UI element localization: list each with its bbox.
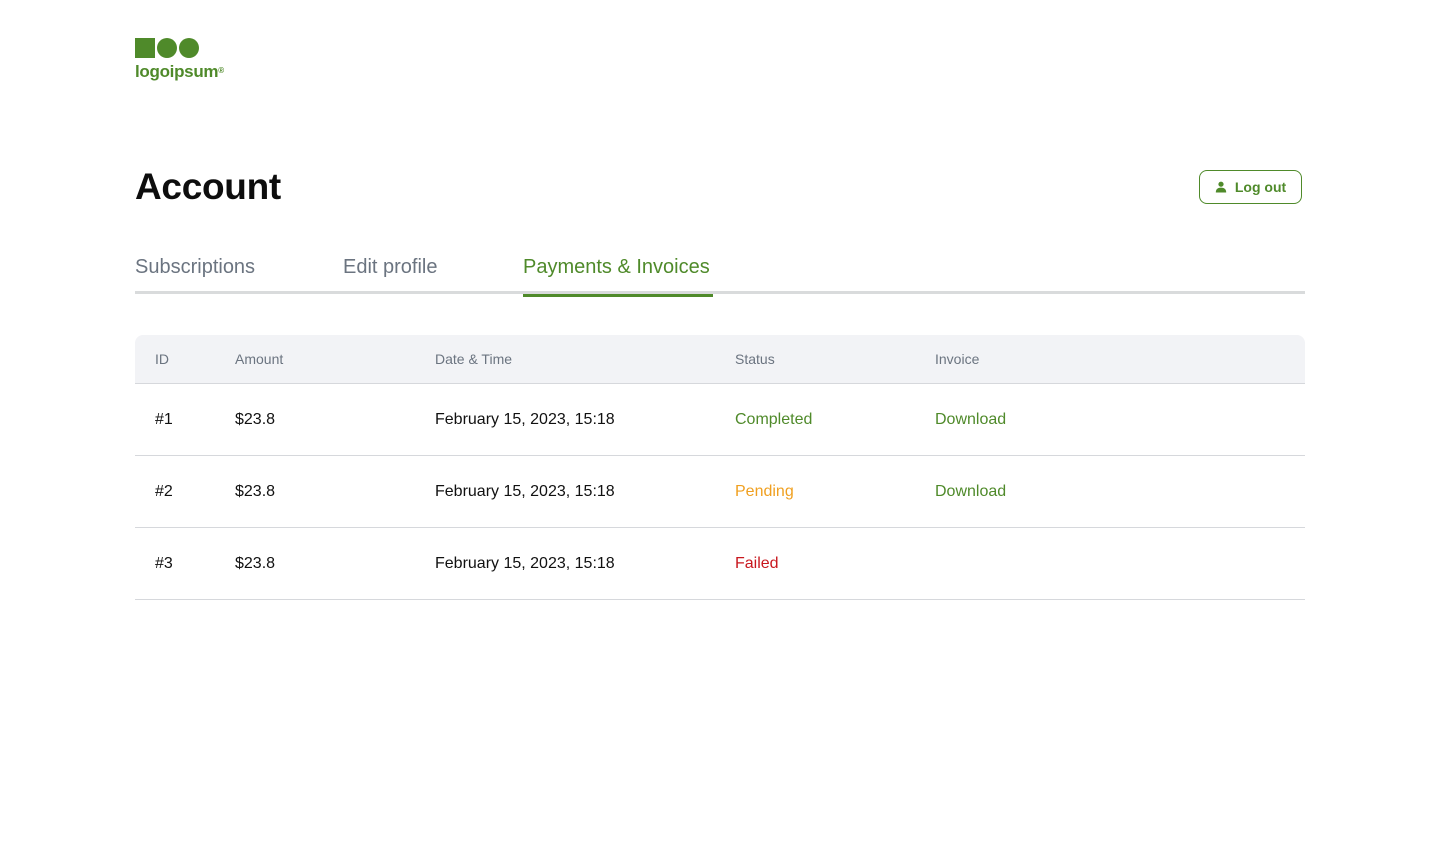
column-header-amount: Amount <box>235 351 284 367</box>
payment-date: February 15, 2023, 15:18 <box>435 483 615 500</box>
logout-button[interactable]: Log out <box>1199 170 1302 204</box>
status-badge: Failed <box>735 555 779 572</box>
payment-id: #1 <box>155 411 173 428</box>
logo[interactable]: logoipsum® <box>135 38 235 88</box>
tab-edit-profile[interactable]: Edit profile <box>343 254 438 294</box>
logo-circle-shape <box>179 38 199 58</box>
account-page: logoipsum® Account Log out Subscriptions… <box>0 0 1440 852</box>
payment-date: February 15, 2023, 15:18 <box>435 411 615 428</box>
payments-table: ID Amount Date & Time Status Invoice #1 … <box>135 335 1305 600</box>
table-row: #3 $23.8 February 15, 2023, 15:18 Failed <box>135 528 1305 600</box>
payment-amount: $23.8 <box>235 555 276 572</box>
page-title: Account <box>135 166 281 207</box>
payment-amount: $23.8 <box>235 483 276 500</box>
user-icon <box>1215 181 1227 193</box>
table-row: #1 $23.8 February 15, 2023, 15:18 Comple… <box>135 384 1305 456</box>
column-header-invoice: Invoice <box>935 351 980 367</box>
payment-id: #2 <box>155 483 173 500</box>
payment-date: February 15, 2023, 15:18 <box>435 555 615 572</box>
tab-subscriptions[interactable]: Subscriptions <box>135 254 255 294</box>
account-tabs: Subscriptions Edit profile Payments & In… <box>135 254 1305 297</box>
logo-text: logoipsum <box>135 62 219 81</box>
logout-label: Log out <box>1234 179 1287 195</box>
logo-mark <box>135 38 235 58</box>
logo-circle-shape <box>157 38 177 58</box>
download-invoice-link[interactable]: Download <box>935 384 1006 455</box>
tab-payments-invoices[interactable]: Payments & Invoices <box>523 254 713 297</box>
table-row: #2 $23.8 February 15, 2023, 15:18 Pendin… <box>135 456 1305 528</box>
logo-wordmark: logoipsum® <box>135 62 235 82</box>
status-badge: Pending <box>735 483 794 500</box>
payment-amount: $23.8 <box>235 411 276 428</box>
logo-registered-mark: ® <box>218 66 224 75</box>
payment-id: #3 <box>155 555 173 572</box>
download-invoice-link[interactable]: Download <box>935 456 1006 527</box>
table-header: ID Amount Date & Time Status Invoice <box>135 335 1305 384</box>
column-header-date: Date & Time <box>435 351 513 367</box>
logo-square-shape <box>135 38 155 58</box>
column-header-status: Status <box>735 351 775 367</box>
status-badge: Completed <box>735 411 813 428</box>
column-header-id: ID <box>155 351 169 367</box>
